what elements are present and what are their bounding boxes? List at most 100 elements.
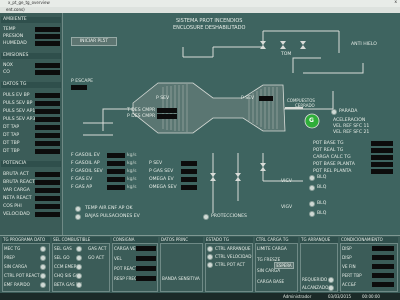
omega-label: OMEGA EV — [149, 177, 174, 182]
c1-indicator[interactable] — [40, 273, 46, 279]
datos-value — [35, 133, 60, 138]
c7-label: REQUERIDO — [302, 277, 328, 282]
sfc-label: VEL REF SFC 11 — [333, 124, 370, 129]
fuel-flow-unit: kg/s — [127, 153, 137, 158]
c2-indicator[interactable] — [76, 282, 82, 288]
pot-value — [371, 169, 393, 174]
fuel-flow-label: F GASOIL AP — [71, 161, 100, 166]
ambiente-value — [35, 27, 60, 32]
potencia-value — [35, 188, 60, 193]
c5-label: CTRL ARRANQUE — [215, 246, 251, 251]
ambiente-header: AMBIENTE — [1, 17, 61, 23]
c8-value — [372, 255, 394, 260]
bottom-panel: TG PROGRAMA DATO SEL COMBUSTIBLE CONSIGNA D… — [0, 235, 400, 294]
c1-indicator[interactable] — [40, 264, 46, 270]
emisiones-header: EMISIONES — [1, 53, 61, 59]
emisiones-row: NOX — [3, 63, 13, 68]
omega-value — [181, 169, 197, 174]
bajas-label: BAJAS PULSACIONES EV — [85, 214, 140, 219]
c1-indicator[interactable] — [40, 246, 46, 252]
blq-indicator — [309, 201, 315, 207]
c7-indicator — [328, 285, 334, 291]
temp-air-indicator — [75, 206, 81, 212]
menu-file[interactable]: ent.cons) — [6, 7, 25, 12]
c6-label: LIMITE CARGA — [257, 246, 287, 251]
parada-indicator — [331, 109, 337, 115]
c3-label: VEL — [114, 256, 122, 261]
datos-row: PULS 5EV AP1 — [3, 109, 36, 114]
parada-label: PARADA — [339, 109, 358, 114]
datos-row: PULS 5EV BP — [3, 101, 33, 106]
main-area: SISTEMA PROT INCENDIOS ENCLOSURE DESHABI… — [63, 13, 400, 235]
c5-indicator[interactable] — [207, 246, 213, 252]
c1-indicator[interactable] — [40, 282, 46, 288]
ambiente-value — [35, 41, 60, 46]
c8-value — [372, 264, 394, 269]
c1-indicator[interactable] — [40, 255, 46, 261]
potencia-row: VAR CARGA — [3, 188, 30, 193]
blq-label: BLQ — [317, 201, 327, 206]
c5-indicator[interactable] — [207, 254, 213, 260]
c8-label: PERT TBP — [342, 273, 362, 278]
c4-label: BANDA SENSITIVA — [162, 276, 200, 281]
datos-row: DT TBP — [3, 141, 20, 146]
omega-label: P SEV — [149, 161, 163, 166]
omega-label: OMEGA SEV — [149, 185, 177, 190]
potencia-row: BRUTA REACT — [3, 180, 35, 185]
p-des-cmpr-value — [157, 114, 177, 119]
p-sev-value — [259, 96, 273, 101]
c2-indicator[interactable] — [76, 264, 82, 270]
t-des-cmpr-value — [157, 108, 177, 113]
pot-value — [371, 141, 393, 146]
espera-button[interactable]: ESPERA — [274, 262, 294, 269]
title-bar: x_pt_ge_tg_overview x — [0, 0, 400, 7]
c8-value — [372, 273, 394, 278]
pot-label: POT REAL TG — [313, 148, 344, 153]
ambiente-row: TEMP — [3, 27, 16, 32]
emisiones-row: CO — [3, 70, 10, 75]
temp-air-label: TEMP AIR ENF AP OK — [85, 206, 133, 211]
fuel-flow-unit: kg/s — [127, 169, 137, 174]
datos-value — [35, 109, 60, 114]
c7-indicator — [328, 277, 334, 283]
omega-label: P GAS SEV — [149, 169, 174, 174]
fuel-flow-unit: kg/s — [127, 185, 137, 190]
potencia-value — [35, 196, 60, 201]
fuel-flow-label: F GASOIL EV — [71, 153, 100, 158]
omega-value — [181, 185, 197, 190]
blq-indicator — [309, 185, 315, 191]
blq-label: BLQ — [317, 175, 327, 180]
c2-label: SEL GO — [54, 255, 70, 260]
c5-indicator[interactable] — [207, 262, 213, 268]
emisiones-value — [35, 70, 60, 75]
c1-label: CTRL POT REACT — [4, 273, 40, 278]
datos-value — [35, 141, 60, 146]
datos-value — [35, 93, 60, 98]
blq-label: BLQ — [317, 211, 327, 216]
c7-label: ALCANZADO — [302, 285, 329, 290]
c2-indicator[interactable] — [76, 246, 82, 252]
emisiones-value — [35, 63, 60, 68]
c2b-label: GO ACT — [88, 255, 105, 260]
c1-label: PREP — [4, 255, 15, 260]
ambiente-row: HUMEDAD — [3, 41, 27, 46]
fuel-flow-label: F GASOIL SEV — [71, 169, 103, 174]
c5-label: CTRL POT ACT — [215, 262, 246, 267]
c2-indicator[interactable] — [76, 255, 82, 261]
aceleracion-label: ACELERACION — [333, 118, 366, 123]
datos-row: DT TBP — [3, 149, 20, 154]
fuel-flow-value — [107, 169, 125, 174]
potencia-row: NETA REACT — [3, 196, 32, 201]
pot-label: POT REL PLANTA — [313, 169, 352, 174]
pot-value — [371, 162, 393, 167]
p-sev-label: P SEV — [241, 96, 255, 101]
c2b-label: GAS ACT — [88, 246, 107, 251]
fuel-flow-unit: kg/s — [127, 161, 137, 166]
close-icon[interactable]: x — [394, 0, 397, 6]
c2-label: CCM EMER — [54, 264, 77, 269]
fuel-flow-value — [107, 153, 125, 158]
c2-indicator[interactable] — [76, 273, 82, 279]
vicv-label: VICV — [281, 179, 292, 184]
pot-label: POT BASE TG — [313, 141, 344, 146]
pot-value — [371, 155, 393, 160]
